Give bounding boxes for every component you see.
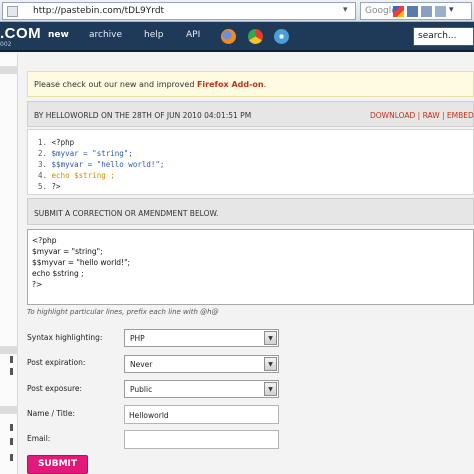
chevron-down-icon[interactable]: ▼ xyxy=(264,357,277,371)
dropdown-arrow-icon[interactable]: ▾ xyxy=(343,5,348,15)
code-text: $$myvar = "hello world!"; xyxy=(51,160,165,169)
url-text: http://pastebin.com/tDL9Yrdt xyxy=(33,6,165,16)
chrome-icon[interactable] xyxy=(248,29,263,44)
browser-search-field[interactable]: Google ▾ xyxy=(360,2,472,20)
nav-api[interactable]: API xyxy=(186,30,200,40)
nav-archive[interactable]: archive xyxy=(89,30,122,40)
code-line: 4. echo $string ; xyxy=(38,171,115,180)
toolbar-icon[interactable] xyxy=(435,6,446,17)
name-label: Name / Title: xyxy=(27,409,76,418)
highlight-hint: To highlight particular lines, prefix ea… xyxy=(27,308,219,316)
textarea-line: echo $string ; xyxy=(32,269,84,278)
expiration-value: Never xyxy=(130,360,153,369)
exposure-label: Post exposure: xyxy=(27,384,83,393)
wordpress-icon[interactable] xyxy=(274,29,289,44)
sidebar-section-header xyxy=(0,406,18,414)
sidebar-item[interactable] xyxy=(10,356,13,363)
syntax-label: Syntax highlighting: xyxy=(27,333,103,342)
google-icon[interactable] xyxy=(393,6,404,17)
sidebar xyxy=(0,54,18,474)
code-line: 5. ?> xyxy=(38,182,61,191)
syntax-value: PHP xyxy=(130,334,145,343)
sidebar-item[interactable] xyxy=(10,424,13,431)
textarea-line: $myvar = "string"; xyxy=(32,247,103,256)
line-number: 3. xyxy=(38,160,48,169)
code-text: <?php xyxy=(51,138,75,147)
syntax-select[interactable]: PHP ▼ xyxy=(124,329,279,347)
nav-new[interactable]: new xyxy=(48,30,69,40)
browser-search-placeholder: Google xyxy=(365,6,397,16)
paste-textarea[interactable]: <?php $myvar = "string"; $$myvar = "hell… xyxy=(27,229,474,305)
site-search-placeholder: search... xyxy=(418,31,457,41)
correction-header: SUBMIT A CORRECTION OR AMENDMENT BELOW. xyxy=(27,198,474,225)
page: http://pastebin.com/tDL9Yrdt ▾ Google ▾ … xyxy=(0,0,474,474)
textarea-line: ?> xyxy=(32,280,43,289)
exposure-select[interactable]: Public ▼ xyxy=(124,380,279,398)
firefox-addon-link[interactable]: Firefox Add-on xyxy=(197,80,264,89)
toolbar-icon[interactable] xyxy=(421,6,432,17)
url-field[interactable]: http://pastebin.com/tDL9Yrdt ▾ xyxy=(2,2,356,20)
line-number: 1. xyxy=(38,138,48,147)
nav-help[interactable]: help xyxy=(144,30,163,40)
sidebar-item[interactable] xyxy=(10,438,13,445)
name-input[interactable]: Helloworld xyxy=(124,405,279,424)
sidebar-item[interactable] xyxy=(10,454,13,461)
toolbar-menu-icon[interactable]: ▾ xyxy=(449,5,469,18)
chevron-down-icon[interactable]: ▼ xyxy=(264,331,277,345)
firefox-icon[interactable] xyxy=(221,29,236,44)
sidebar-item[interactable] xyxy=(10,368,13,375)
code-line: 3. $$myvar = "hello world!"; xyxy=(38,160,164,169)
paste-info-bar: BY HELLOWORLD ON THE 28TH OF JUN 2010 04… xyxy=(27,101,474,127)
chevron-down-icon[interactable]: ▼ xyxy=(264,382,277,396)
submit-button[interactable]: SUBMIT xyxy=(27,455,88,474)
notice-suffix: . xyxy=(263,80,267,89)
line-number: 4. xyxy=(38,171,48,180)
site-logo-subtext: 002 xyxy=(0,41,12,48)
textarea-line: <?php xyxy=(32,236,57,245)
sidebar-section-header xyxy=(0,346,18,354)
code-text: ?> xyxy=(51,182,61,191)
name-value: Helloworld xyxy=(129,411,169,420)
code-text: $myvar = "string"; xyxy=(51,149,133,158)
email-input[interactable] xyxy=(124,430,279,449)
notice-prefix: Please check out our new and improved xyxy=(34,80,197,89)
site-logo[interactable]: .COM xyxy=(0,25,41,42)
textarea-line: $$myvar = "hello world!"; xyxy=(32,258,131,267)
sidebar-section-header xyxy=(0,66,18,74)
line-number: 2. xyxy=(38,149,48,158)
code-line: 2. $myvar = "string"; xyxy=(38,149,133,158)
site-search-input[interactable]: search... xyxy=(413,27,474,46)
correction-heading: SUBMIT A CORRECTION OR AMENDMENT BELOW. xyxy=(34,209,219,218)
code-text: echo $string ; xyxy=(51,171,115,180)
notice-banner: Please check out our new and improved Fi… xyxy=(27,71,474,97)
expiration-label: Post expiration: xyxy=(27,358,86,367)
expiration-select[interactable]: Never ▼ xyxy=(124,355,279,373)
favicon-icon xyxy=(7,6,18,17)
line-number: 5. xyxy=(38,182,48,191)
email-label: Email: xyxy=(27,434,51,443)
notice-text: Please check out our new and improved Fi… xyxy=(34,80,266,89)
toolbar-icon[interactable] xyxy=(407,6,418,17)
main-content: Please check out our new and improved Fi… xyxy=(27,54,474,474)
site-header: .COM 002 new archive help API search... xyxy=(0,22,474,52)
exposure-value: Public xyxy=(130,385,153,394)
code-line: 1. <?php xyxy=(38,138,74,147)
browser-address-bar: http://pastebin.com/tDL9Yrdt ▾ Google ▾ xyxy=(0,0,474,22)
paste-actions[interactable]: DOWNLOAD | RAW | EMBED | xyxy=(370,111,474,120)
code-view: 1. <?php 2. $myvar = "string"; 3. $$myva… xyxy=(27,129,474,195)
paste-meta: BY HELLOWORLD ON THE 28TH OF JUN 2010 04… xyxy=(34,111,252,120)
